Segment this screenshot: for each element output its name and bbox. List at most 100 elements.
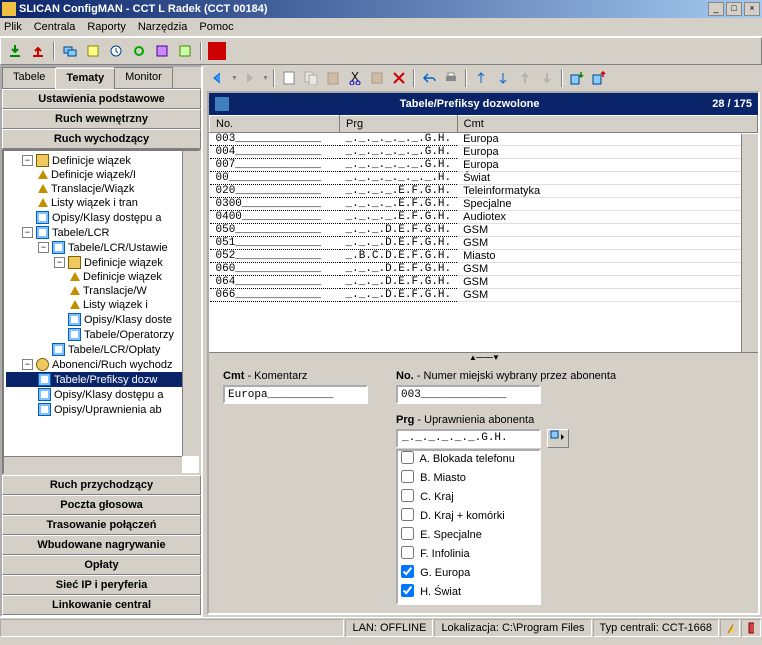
table-row[interactable]: 0300_____________._._._.E.F.G.H.Specjaln… (210, 198, 758, 211)
sort-up-icon[interactable] (471, 68, 491, 88)
opt-d[interactable]: D. Kraj + komórki (398, 508, 539, 524)
prg-dropdown-button[interactable] (547, 429, 569, 448)
nav-linkowanie[interactable]: Linkowanie central (2, 595, 201, 615)
new-icon[interactable] (279, 68, 299, 88)
tree-hscroll[interactable] (4, 456, 182, 473)
table-row[interactable]: 052______________.B.C.D.E.F.G.H.Miasto (210, 250, 758, 263)
table-row[interactable]: 007______________._._._._._.G.H.Europa (210, 159, 758, 172)
opt-g[interactable]: G. Europa (398, 565, 539, 581)
tree-item[interactable]: −Definicje wiązek (6, 255, 197, 270)
tree-item[interactable]: Opisy/Uprawnienia ab (6, 402, 197, 417)
tbtn-cards[interactable] (60, 41, 80, 61)
print-icon[interactable] (441, 68, 461, 88)
tab-tematy[interactable]: Tematy (55, 68, 115, 89)
tree-item[interactable]: −Tabele/LCR/Ustawie (6, 240, 197, 255)
close-button[interactable]: × (744, 2, 760, 16)
menu-pomoc[interactable]: Pomoc (199, 21, 233, 33)
tbtn-copy2[interactable] (367, 68, 387, 88)
opt-c[interactable]: C. Kraj (398, 489, 539, 505)
move-up-icon[interactable] (515, 68, 535, 88)
tbtn-unlink[interactable] (152, 41, 172, 61)
menu-plik[interactable]: Plik (4, 21, 22, 33)
menu-narzedzia[interactable]: Narzędzia (138, 21, 188, 33)
tbtn-refresh[interactable] (129, 41, 149, 61)
tree[interactable]: −Definicje wiązek Definicje wiązek/I Tra… (2, 149, 201, 475)
move-down-icon[interactable] (537, 68, 557, 88)
nav-trasowanie[interactable]: Trasowanie połączeń (2, 515, 201, 535)
tree-item[interactable]: Translacje/Wiązk (6, 182, 197, 196)
nav-ustawienia[interactable]: Ustawienia podstawowe (2, 89, 201, 109)
tree-item[interactable]: −Tabele/LCR (6, 225, 197, 240)
table-row[interactable]: 004______________._._._._._.G.H.Europa (210, 146, 758, 159)
table-row[interactable]: 00_______________._._._._._._.H.Świat (210, 172, 758, 185)
table-row[interactable]: 060______________._._.D.E.F.G.H.GSM (210, 263, 758, 276)
tree-item[interactable]: Opisy/Klasy doste (6, 312, 197, 327)
nav-siec[interactable]: Sieć IP i peryferia (2, 575, 201, 595)
copy-icon[interactable] (301, 68, 321, 88)
table-row[interactable]: 050______________._._.D.E.F.G.H.GSM (210, 224, 758, 237)
table-row[interactable]: 003______________._._._._._.G.H.Europa (210, 133, 758, 146)
tbtn-upload[interactable] (28, 41, 48, 61)
paste-icon[interactable] (323, 68, 343, 88)
tbtn-download[interactable] (5, 41, 25, 61)
tree-item[interactable]: −Definicje wiązek (6, 153, 197, 168)
tree-item[interactable]: Definicje wiązek (6, 270, 197, 284)
tbtn-stop[interactable] (207, 41, 227, 61)
sort-down-icon[interactable] (493, 68, 513, 88)
tbtn-time[interactable] (106, 41, 126, 61)
opt-a[interactable]: A. Blokada telefonu (398, 451, 539, 467)
status-icon-1[interactable] (720, 619, 740, 637)
tab-monitor[interactable]: Monitor (114, 67, 173, 88)
cut-icon[interactable] (345, 68, 365, 88)
opt-b[interactable]: B. Miasto (398, 470, 539, 486)
col-prg[interactable]: Prg (340, 116, 458, 133)
tree-item[interactable]: Opisy/Klasy dostępu a (6, 210, 197, 225)
cmt-input[interactable] (223, 385, 368, 404)
opt-f[interactable]: F. Infolinia (398, 546, 539, 562)
nav-nagrywanie[interactable]: Wbudowane nagrywanie (2, 535, 201, 555)
tab-tabele[interactable]: Tabele (2, 67, 56, 88)
nav-ruch-przych[interactable]: Ruch przychodzący (2, 475, 201, 495)
grid-vscroll[interactable] (741, 134, 758, 352)
nav-ruch-wych[interactable]: Ruch wychodzący (2, 129, 201, 149)
status-icon-2[interactable] (741, 619, 761, 637)
tree-item[interactable]: Tabele/Operatorzy (6, 327, 197, 342)
export-icon[interactable] (589, 68, 609, 88)
window-title: SLICAN ConfigMAN - CCT L Radek (CCT 0018… (19, 3, 706, 15)
table-row[interactable]: 066______________._._.D.E.F.G.H.GSM (210, 289, 758, 302)
tree-item[interactable]: Listy wiązek i tran (6, 196, 197, 210)
import-icon[interactable] (567, 68, 587, 88)
col-no[interactable]: No. (210, 116, 340, 133)
menu-raporty[interactable]: Raporty (87, 21, 126, 33)
no-input[interactable] (396, 385, 541, 404)
tbtn-link[interactable] (175, 41, 195, 61)
tree-item[interactable]: −Abonenci/Ruch wychodz (6, 357, 197, 372)
minimize-button[interactable]: _ (708, 2, 724, 16)
undo-icon[interactable] (419, 68, 439, 88)
table-row[interactable]: 064______________._._.D.E.F.G.H.GSM (210, 276, 758, 289)
delete-icon[interactable] (389, 68, 409, 88)
tree-item[interactable]: Opisy/Klasy dostępu a (6, 387, 197, 402)
opt-h[interactable]: H. Świat (398, 584, 539, 600)
tree-item[interactable]: Translacje/W (6, 284, 197, 298)
tree-item[interactable]: Tabele/LCR/Opłaty (6, 342, 197, 357)
opt-e[interactable]: E. Specjalne (398, 527, 539, 543)
tbtn-note[interactable] (83, 41, 103, 61)
nav-oplaty[interactable]: Opłaty (2, 555, 201, 575)
col-cmt[interactable]: Cmt (457, 116, 757, 133)
table-row[interactable]: 0400_____________._._._.E.F.G.H.Audiotex (210, 211, 758, 224)
nav-poczta[interactable]: Poczta głosowa (2, 495, 201, 515)
data-grid[interactable]: No. Prg Cmt 003______________._._._._._.… (209, 115, 758, 353)
splitter[interactable]: ▲ · · · · · · · · · · · · · · · · · · · … (209, 353, 758, 362)
tree-item[interactable]: Definicje wiązek/I (6, 168, 197, 182)
menu-centrala[interactable]: Centrala (34, 21, 76, 33)
tree-item[interactable]: Listy wiązek i (6, 298, 197, 312)
table-row[interactable]: 051______________._._.D.E.F.G.H.GSM (210, 237, 758, 250)
forward-button[interactable] (240, 68, 260, 88)
nav-ruch-wew[interactable]: Ruch wewnętrzny (2, 109, 201, 129)
table-row[interactable]: 020______________._._._.E.F.G.H.Teleinfo… (210, 185, 758, 198)
tree-item-selected[interactable]: Tabele/Prefiksy dozw (6, 372, 197, 387)
maximize-button[interactable]: □ (726, 2, 742, 16)
tree-vscroll[interactable] (182, 151, 199, 456)
back-button[interactable] (209, 68, 229, 88)
